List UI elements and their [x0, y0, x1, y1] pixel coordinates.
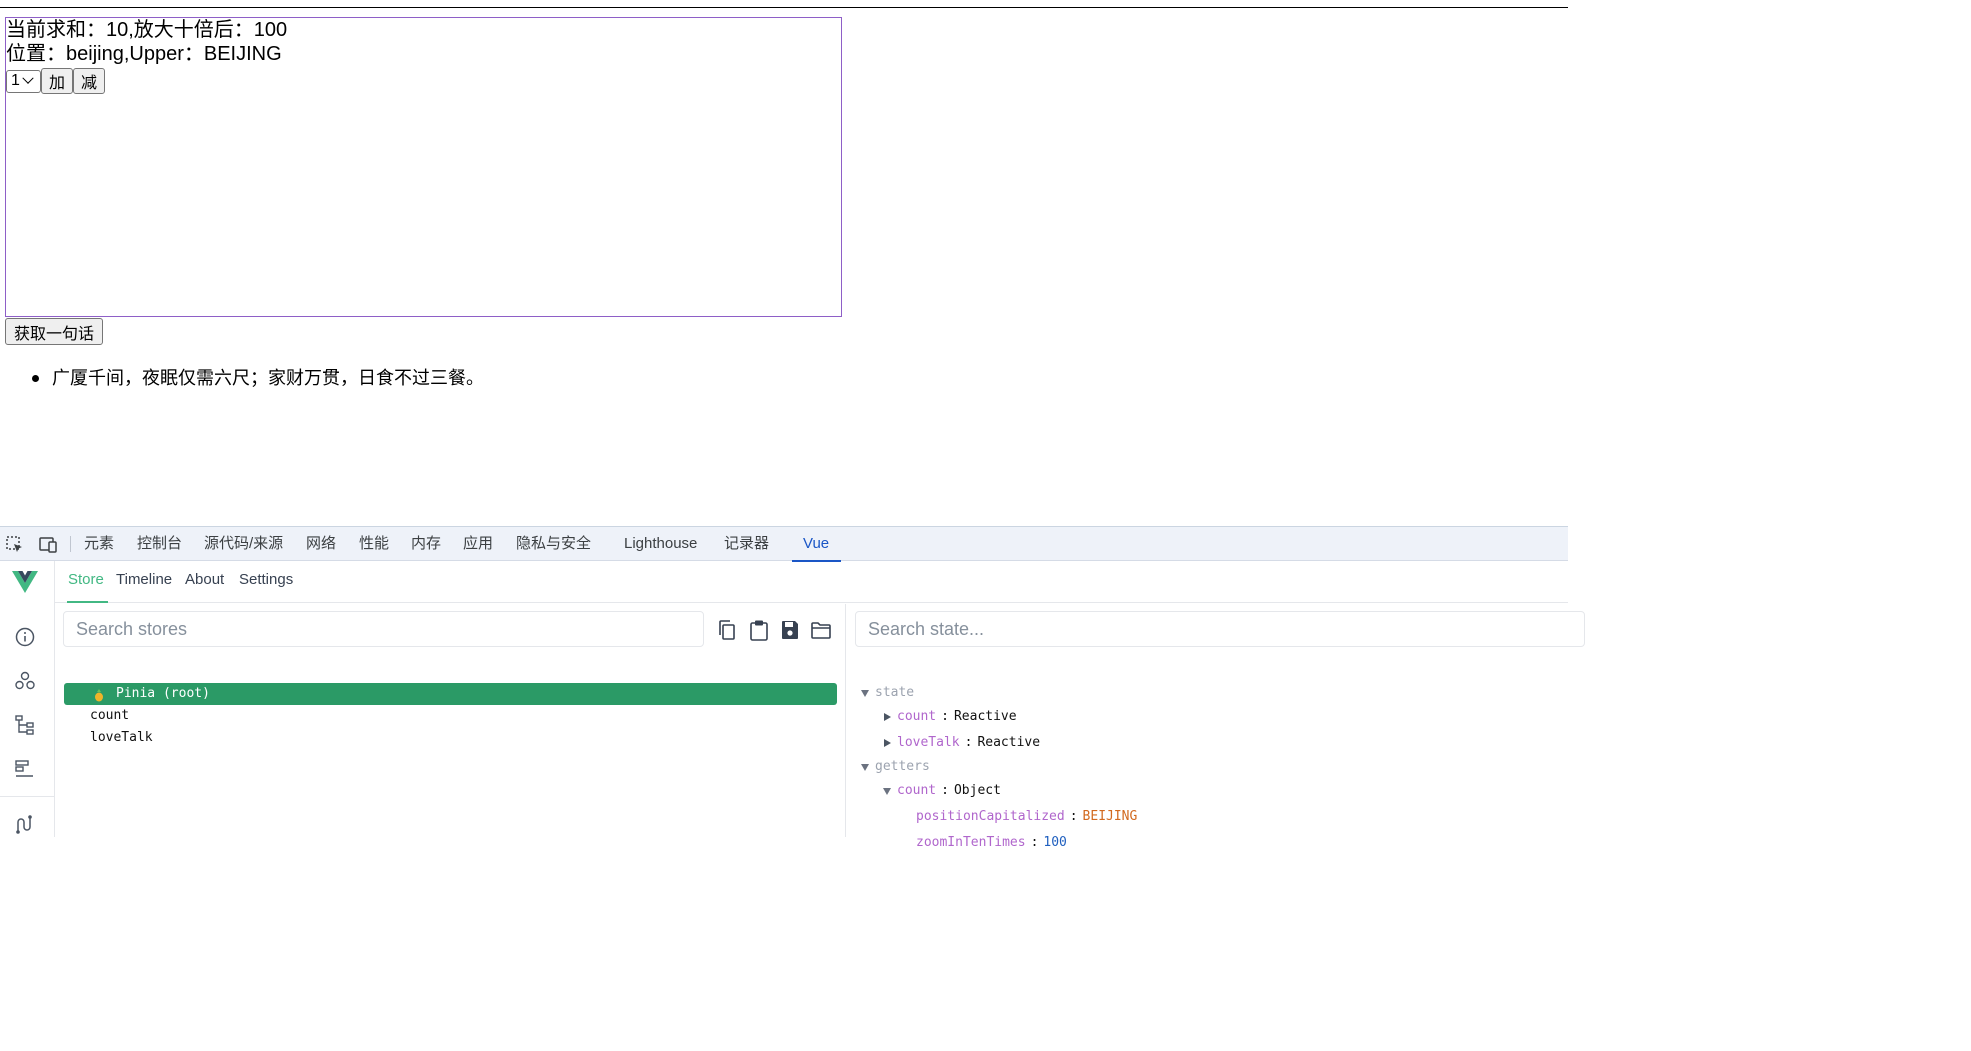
- inspect-element-icon[interactable]: [6, 536, 24, 559]
- colon: :: [941, 709, 949, 724]
- section-label: getters: [875, 759, 930, 774]
- tab-application[interactable]: 应用: [463, 527, 493, 561]
- state-key: count: [897, 709, 937, 724]
- collapsed-arrow-icon: [884, 713, 891, 721]
- router-icon[interactable]: [14, 813, 36, 840]
- getter-value: Object: [953, 783, 1001, 798]
- add-button[interactable]: 加: [41, 68, 74, 94]
- tab-sources[interactable]: 源代码/来源: [204, 527, 283, 561]
- search-state-input[interactable]: Search state...: [855, 611, 1585, 647]
- info-icon[interactable]: [14, 626, 36, 653]
- store-label: Pinia (root): [116, 686, 210, 701]
- tab-elements[interactable]: 元素: [84, 527, 114, 561]
- copy-icon[interactable]: [717, 619, 737, 646]
- stores-pane: Search stores Pinia (root) count loveTal…: [55, 604, 845, 837]
- store-item-pinia-root[interactable]: Pinia (root): [64, 683, 837, 705]
- get-talk-button[interactable]: 获取一句话: [5, 318, 103, 345]
- state-value: Reactive: [953, 709, 1017, 724]
- search-stores-input[interactable]: Search stores: [63, 611, 704, 647]
- collapsed-arrow-icon: [884, 739, 891, 747]
- sidebar-divider: [0, 796, 54, 797]
- tab-performance[interactable]: 性能: [359, 527, 389, 561]
- minus-button[interactable]: 减: [73, 68, 106, 94]
- tab-lighthouse[interactable]: Lighthouse: [624, 527, 697, 561]
- getter-row-zoom-in-ten-times[interactable]: zoomInTenTimes : 100: [916, 834, 1067, 852]
- getter-row-position-capitalized[interactable]: positionCapitalized : BEIJING: [916, 808, 1137, 826]
- tab-settings[interactable]: Settings: [239, 571, 293, 588]
- getter-key: positionCapitalized: [916, 809, 1065, 824]
- colon: :: [964, 735, 973, 750]
- expanded-arrow-icon: [861, 763, 869, 771]
- state-key: loveTalk: [897, 735, 960, 750]
- getter-value: 100: [1043, 835, 1067, 850]
- components-icon[interactable]: [14, 670, 36, 697]
- bullet-icon: [32, 374, 39, 382]
- page-top-border: [0, 7, 1568, 8]
- tab-privacy-security[interactable]: 隐私与安全: [516, 527, 591, 561]
- getter-row-count[interactable]: count : Object: [883, 782, 1001, 800]
- state-row-count[interactable]: count : Reactive: [884, 708, 1017, 726]
- position-text: 位置：beijing,Upper：BEIJING: [6, 43, 282, 65]
- talk-text: 广厦千间，夜眠仅需六尺；家财万贯，日食不过三餐。: [52, 368, 484, 388]
- talk-list: 广厦千间，夜眠仅需六尺；家财万贯，日食不过三餐。: [32, 366, 484, 390]
- tab-memory[interactable]: 内存: [411, 527, 441, 561]
- save-icon[interactable]: [780, 619, 800, 646]
- getter-value: BEIJING: [1082, 809, 1138, 824]
- sum-text: 当前求和：10,放大十倍后：100: [6, 19, 288, 41]
- step-select[interactable]: 1: [6, 69, 41, 93]
- store-label: loveTalk: [90, 730, 153, 745]
- tab-network[interactable]: 网络: [306, 527, 336, 561]
- folder-icon[interactable]: [810, 619, 832, 646]
- store-label: count: [90, 708, 130, 723]
- store-item-count[interactable]: count: [64, 705, 837, 727]
- tree-icon[interactable]: [14, 714, 36, 741]
- step-select-value: 1: [11, 72, 20, 89]
- timeline-icon[interactable]: [14, 758, 36, 785]
- count-controls: 1 加 减: [6, 68, 841, 94]
- chevron-down-icon: [22, 72, 34, 84]
- vue-logo-icon: [11, 570, 39, 599]
- tab-vue[interactable]: Vue: [791, 527, 842, 562]
- tab-store[interactable]: Store: [67, 571, 108, 603]
- vue-sidebar: [0, 561, 55, 837]
- store-item-lovetalk[interactable]: loveTalk: [64, 727, 837, 749]
- section-label: state: [875, 685, 915, 700]
- tab-recorder[interactable]: 记录器: [724, 527, 769, 561]
- count-component: 当前求和：10,放大十倍后：100 位置：beijing,Upper：BEIJI…: [5, 17, 842, 317]
- state-section[interactable]: state: [861, 684, 914, 702]
- expanded-arrow-icon: [883, 787, 891, 795]
- tab-timeline[interactable]: Timeline: [116, 571, 172, 588]
- vue-nav: Store Timeline About Settings: [55, 561, 1568, 603]
- expanded-arrow-icon: [861, 689, 869, 697]
- getter-key: zoomInTenTimes: [916, 835, 1026, 850]
- clipboard-icon[interactable]: [749, 619, 769, 646]
- colon: :: [941, 783, 949, 798]
- colon: :: [1069, 809, 1078, 824]
- tab-about[interactable]: About: [185, 571, 224, 588]
- devtools-tabbar: 元素 控制台 源代码/来源 网络 性能 内存 应用 隐私与安全 Lighthou…: [0, 527, 1568, 562]
- devtools-panel: 元素 控制台 源代码/来源 网络 性能 内存 应用 隐私与安全 Lighthou…: [0, 526, 1585, 850]
- state-pane: Search state... state count : Reactive l…: [846, 604, 1585, 850]
- colon: :: [1030, 835, 1039, 850]
- state-value: Reactive: [977, 735, 1041, 750]
- tabbar-divider: [70, 536, 71, 552]
- getters-section[interactable]: getters: [861, 758, 930, 776]
- state-row-lovetalk[interactable]: loveTalk : Reactive: [884, 734, 1040, 752]
- device-toolbar-icon[interactable]: [38, 536, 58, 559]
- getter-key: count: [897, 783, 937, 798]
- list-item: 广厦千间，夜眠仅需六尺；家财万贯，日食不过三餐。: [32, 366, 484, 390]
- tab-console[interactable]: 控制台: [137, 527, 182, 561]
